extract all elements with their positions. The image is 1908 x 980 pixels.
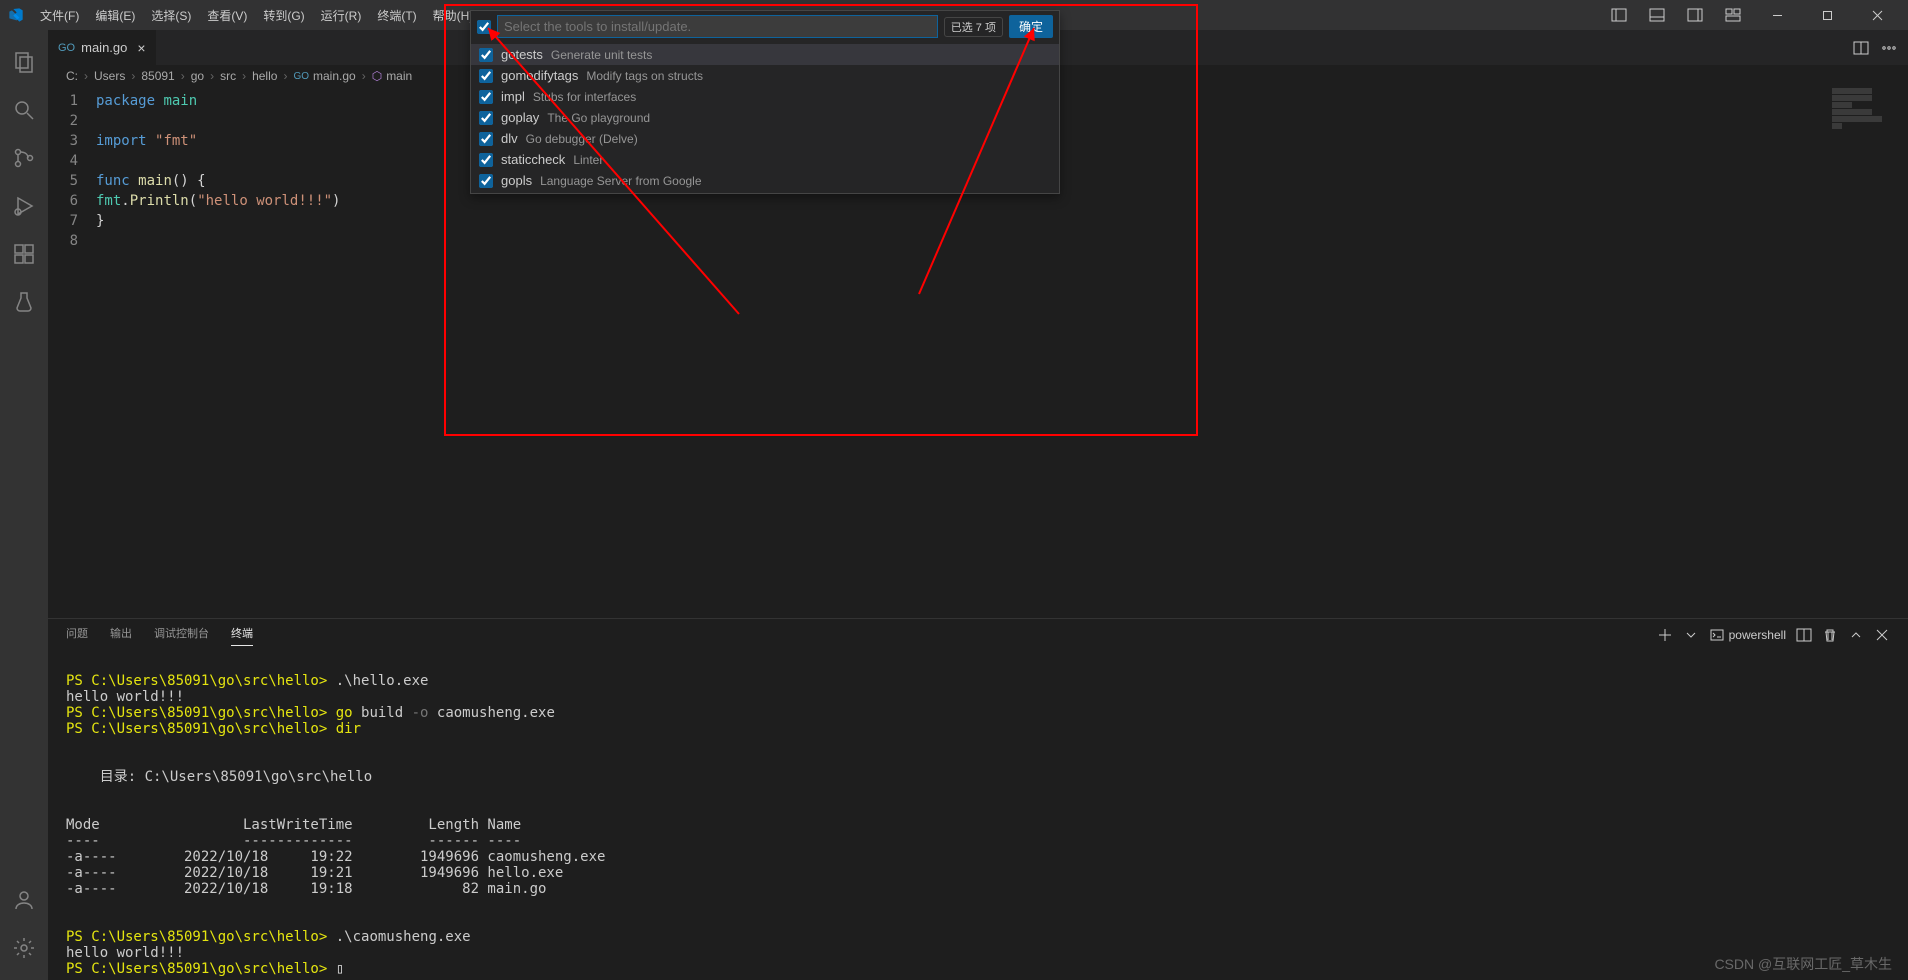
tab-main-go[interactable]: GO main.go ×	[48, 30, 157, 65]
minimize-button[interactable]	[1754, 0, 1800, 30]
quickpick-item-desc: Stubs for interfaces	[533, 90, 636, 104]
tab-close-icon[interactable]: ×	[137, 40, 145, 56]
panel-tab[interactable]: 调试控制台	[154, 625, 209, 645]
quickpick-item[interactable]: gomodifytags Modify tags on structs	[471, 65, 1059, 86]
quickpick-item-check[interactable]	[479, 69, 493, 83]
layout-left-icon[interactable]	[1602, 1, 1636, 29]
extensions-icon[interactable]	[0, 230, 48, 278]
tab-label: main.go	[81, 40, 127, 55]
breadcrumb-part[interactable]: src	[220, 69, 236, 83]
quickpick-item-desc: The Go playground	[547, 111, 650, 125]
run-debug-icon[interactable]	[0, 182, 48, 230]
panel-tab[interactable]: 问题	[66, 625, 88, 645]
quickpick-item[interactable]: gotests Generate unit tests	[471, 44, 1059, 65]
layout-custom-icon[interactable]	[1716, 1, 1750, 29]
split-editor-icon[interactable]	[1850, 37, 1872, 59]
panel-close-icon[interactable]	[1874, 627, 1890, 643]
explorer-icon[interactable]	[0, 38, 48, 86]
layout-bottom-icon[interactable]	[1640, 1, 1674, 29]
layout-right-icon[interactable]	[1678, 1, 1712, 29]
quickpick-panel: 已选 7 项 确定 gotests Generate unit tests gomo…	[470, 10, 1060, 194]
maximize-button[interactable]	[1804, 0, 1850, 30]
testing-icon[interactable]	[0, 278, 48, 326]
quickpick-item[interactable]: impl Stubs for interfaces	[471, 86, 1059, 107]
quickpick-item-name: staticcheck	[501, 152, 565, 167]
quickpick-ok-button[interactable]: 确定	[1009, 15, 1053, 38]
breadcrumb-part[interactable]: 85091	[141, 69, 174, 83]
close-button[interactable]	[1854, 0, 1900, 30]
quickpick-item-name: impl	[501, 89, 525, 104]
quickpick-item-check[interactable]	[479, 48, 493, 62]
menu-item[interactable]: 转到(G)	[255, 3, 312, 28]
quickpick-count-badge: 已选 7 项	[944, 17, 1003, 37]
terminal-profile-icon[interactable]: powershell	[1709, 627, 1786, 643]
quickpick-item-name: dlv	[501, 131, 518, 146]
accounts-icon[interactable]	[0, 876, 48, 924]
activity-bar	[0, 30, 48, 980]
quickpick-item-desc: Linter	[573, 153, 603, 167]
quickpick-select-all[interactable]	[477, 20, 491, 34]
menu-item[interactable]: 终端(T)	[369, 3, 424, 28]
settings-gear-icon[interactable]	[0, 924, 48, 972]
quickpick-item[interactable]: staticcheck Linter	[471, 149, 1059, 170]
quickpick-item[interactable]: gopls Language Server from Google	[471, 170, 1059, 191]
panel-tab[interactable]: 终端	[231, 625, 253, 646]
quickpick-item-check[interactable]	[479, 111, 493, 125]
quickpick-item[interactable]: goplay The Go playground	[471, 107, 1059, 128]
breadcrumb-part[interactable]: main	[386, 69, 412, 83]
terminal-output[interactable]: PS C:\Users\85091\go\src\hello> .\hello.…	[48, 651, 1908, 980]
breadcrumb-part[interactable]: main.go	[313, 69, 356, 83]
terminal-dropdown-icon[interactable]	[1683, 627, 1699, 643]
go-file-icon: GO	[58, 42, 75, 54]
quickpick-item-check[interactable]	[479, 174, 493, 188]
menu-item[interactable]: 查看(V)	[199, 3, 255, 28]
split-terminal-icon[interactable]	[1796, 627, 1812, 643]
menu-item[interactable]: 选择(S)	[143, 3, 199, 28]
breadcrumb-part[interactable]: hello	[252, 69, 277, 83]
quickpick-item-name: gotests	[501, 47, 543, 62]
quickpick-item[interactable]: dlv Go debugger (Delve)	[471, 128, 1059, 149]
quickpick-item-desc: Generate unit tests	[551, 48, 652, 62]
menu-item[interactable]: 文件(F)	[32, 3, 87, 28]
breadcrumb-part[interactable]: C:	[66, 69, 78, 83]
quickpick-item-check[interactable]	[479, 90, 493, 104]
quickpick-item-desc: Language Server from Google	[540, 174, 701, 188]
kill-terminal-icon[interactable]	[1822, 627, 1838, 643]
menu-item[interactable]: 编辑(E)	[87, 3, 143, 28]
source-control-icon[interactable]	[0, 134, 48, 182]
breadcrumb-part[interactable]: go	[191, 69, 204, 83]
watermark: CSDN @互联网工匠_草木生	[1714, 954, 1892, 974]
quickpick-item-name: gomodifytags	[501, 68, 578, 83]
bottom-panel: 问题 输出 调试控制台 终端 powershell PS C:\Users\85091…	[48, 618, 1908, 980]
quickpick-item-name: gopls	[501, 173, 532, 188]
quickpick-input[interactable]	[497, 15, 938, 38]
quickpick-item-check[interactable]	[479, 132, 493, 146]
minimap[interactable]	[1828, 87, 1908, 618]
panel-tab[interactable]: 输出	[110, 625, 132, 645]
search-icon[interactable]	[0, 86, 48, 134]
quickpick-item-desc: Modify tags on structs	[586, 69, 703, 83]
breadcrumb-part[interactable]: Users	[94, 69, 125, 83]
more-actions-icon[interactable]	[1878, 37, 1900, 59]
quickpick-item-check[interactable]	[479, 153, 493, 167]
vscode-logo-icon	[8, 7, 24, 23]
quickpick-item-desc: Go debugger (Delve)	[526, 132, 638, 146]
panel-maximize-icon[interactable]	[1848, 627, 1864, 643]
quickpick-item-name: goplay	[501, 110, 539, 125]
new-terminal-icon[interactable]	[1657, 627, 1673, 643]
menu-item[interactable]: 运行(R)	[313, 3, 370, 28]
